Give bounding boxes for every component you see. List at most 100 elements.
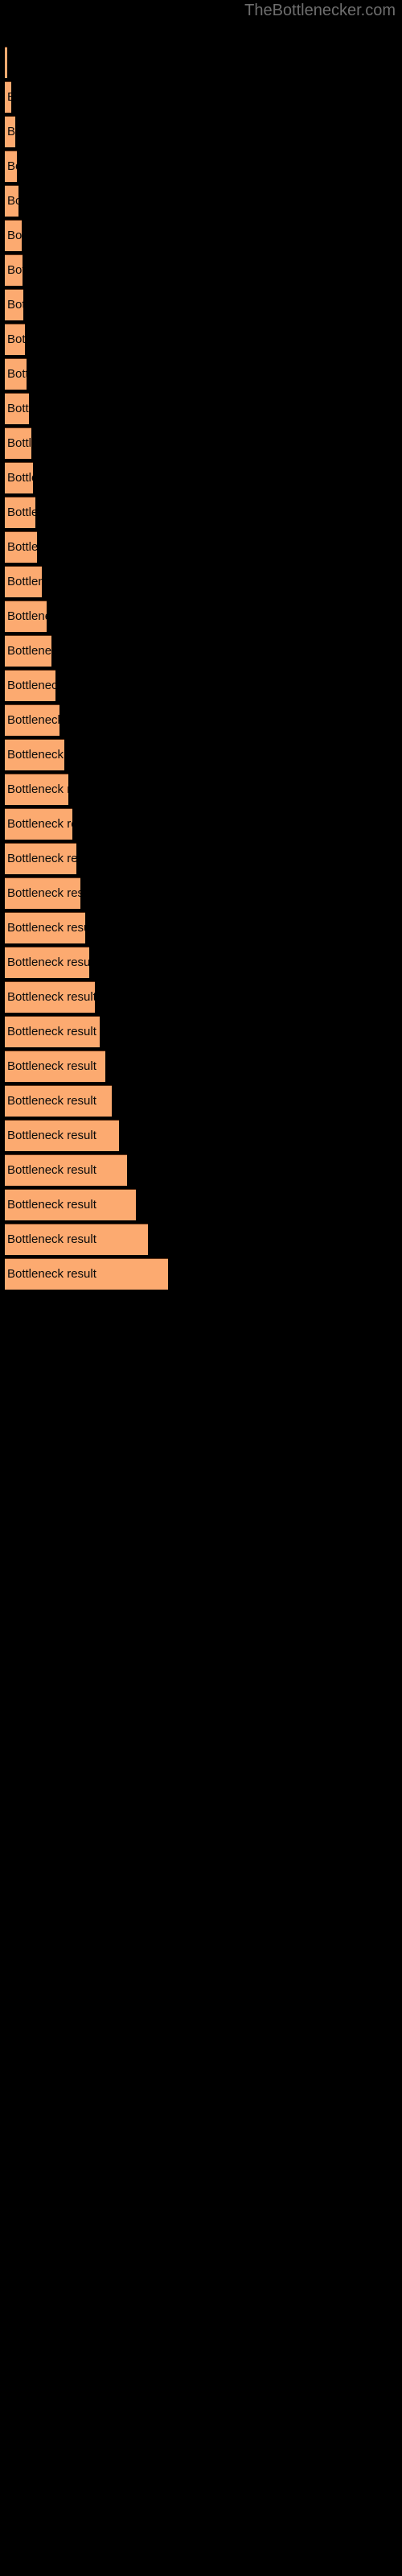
bar-clip: Bottleneck result [5, 981, 95, 1013]
bar-clip: Bottleneck result [5, 912, 85, 943]
bar-clip: Bottleneck result [5, 531, 37, 563]
bar-row[interactable]: Bottleneck result [5, 1120, 119, 1151]
bar-row[interactable]: Bottleneck result [5, 497, 35, 528]
bar-row[interactable]: Bottleneck result [5, 1258, 168, 1290]
bar-label: Bottleneck result [7, 1025, 96, 1038]
bar-clip: Bottleneck result [5, 1120, 119, 1151]
bar-label: Bottleneck result [7, 471, 33, 485]
bar-row[interactable]: Bottleneck result [5, 774, 68, 805]
bar-row[interactable]: Bottleneck result [5, 704, 59, 736]
bar-clip: Bottleneck result [5, 462, 33, 493]
bar-clip: Bottleneck result [5, 151, 17, 182]
bar-label: Bottleneck result [7, 506, 35, 519]
bar-clip: Bottleneck result [5, 670, 55, 701]
bar-label: Bottleneck result [7, 1163, 96, 1177]
bar-label: Bottleneck result [7, 956, 89, 969]
bar-row[interactable]: Bottleneck result [5, 843, 76, 874]
bar-clip: Bottleneck result [5, 601, 47, 632]
bar-clip: Bottleneck result [5, 47, 7, 78]
bar-label: Bottleneck result [7, 1232, 96, 1246]
bar-row[interactable]: Bottleneck result [5, 324, 25, 355]
bar-label: Bottleneck result [7, 159, 17, 173]
bar-row[interactable]: Bottleneck result [5, 531, 37, 563]
bar-label: Bottleneck result [7, 782, 68, 796]
bar-clip: Bottleneck result [5, 947, 89, 978]
bar-row[interactable]: Bottleneck result [5, 1051, 105, 1082]
bar-clip: Bottleneck result [5, 739, 64, 770]
bar-clip: Bottleneck result [5, 843, 76, 874]
bar-clip: Bottleneck result [5, 1051, 105, 1082]
bar-label: Bottleneck result [7, 644, 51, 658]
bar-clip: Bottleneck result [5, 324, 25, 355]
bar-clip: Bottleneck result [5, 393, 29, 424]
bar-clip: Bottleneck result [5, 185, 18, 217]
bar-row[interactable]: Bottleneck result [5, 877, 80, 909]
bar-label: Bottleneck result [7, 921, 85, 935]
bar-row[interactable]: Bottleneck result [5, 1154, 127, 1186]
bar-row[interactable]: Bottleneck result [5, 427, 31, 459]
bar-label: Bottleneck result [7, 540, 37, 554]
bar-label: Bottleneck result [7, 229, 22, 242]
bar-row[interactable]: Bottleneck result [5, 47, 7, 78]
bar-label: Bottleneck result [7, 609, 47, 623]
bar-row[interactable]: Bottleneck result [5, 912, 85, 943]
bar-clip: Bottleneck result [5, 358, 27, 390]
bar-label: Bottleneck result [7, 748, 64, 762]
bar-clip: Bottleneck result [5, 635, 51, 667]
bar-clip: Bottleneck result [5, 220, 22, 251]
bar-clip: Bottleneck result [5, 254, 23, 286]
bar-row[interactable]: Bottleneck result [5, 81, 11, 113]
bar-row[interactable]: Bottleneck result [5, 254, 23, 286]
bar-row[interactable]: Bottleneck result [5, 601, 47, 632]
bar-row[interactable]: Bottleneck result [5, 1189, 136, 1220]
bottleneck-bar-chart: Bottleneck result Bottleneck result Bottle… [0, 0, 402, 2576]
bar-clip: Bottleneck result [5, 774, 68, 805]
bar-label: Bottleneck result [7, 886, 80, 900]
bar-row[interactable]: Bottleneck result [5, 185, 18, 217]
bar-row[interactable]: Bottleneck result [5, 1224, 148, 1255]
bar-row[interactable]: Bottleneck result [5, 462, 33, 493]
bar-row[interactable]: Bottleneck result [5, 1016, 100, 1047]
bar-label: Bottleneck result [7, 817, 72, 831]
bar-row[interactable]: Bottleneck result [5, 151, 17, 182]
bar-label: Bottleneck result [7, 81, 11, 113]
bar-clip: Bottleneck result [5, 81, 11, 113]
bar-label: Bottleneck result [7, 1094, 96, 1108]
bar-label: Bottleneck result [7, 402, 29, 415]
bar-label: Bottleneck result [7, 263, 23, 277]
bar-label: Bottleneck result [7, 125, 15, 138]
bar-row[interactable]: Bottleneck result [5, 808, 72, 840]
bar-row[interactable]: Bottleneck result [5, 116, 15, 147]
bar-clip: Bottleneck result [5, 116, 15, 147]
bar-label: Bottleneck result [7, 298, 23, 312]
bar-row[interactable]: Bottleneck result [5, 947, 89, 978]
bar-clip: Bottleneck result [5, 566, 42, 597]
bar-row[interactable]: Bottleneck result [5, 566, 42, 597]
bar-clip: Bottleneck result [5, 877, 80, 909]
bar-row[interactable]: Bottleneck result [5, 393, 29, 424]
bar-label: Bottleneck result [7, 1059, 96, 1073]
bar-row[interactable]: Bottleneck result [5, 289, 23, 320]
bar-label: Bottleneck result [7, 436, 31, 450]
bar-row[interactable]: Bottleneck result [5, 220, 22, 251]
bar-clip: Bottleneck result [5, 1189, 136, 1220]
bar-label: Bottleneck result [7, 713, 59, 727]
bar-clip: Bottleneck result [5, 497, 35, 528]
bar-label: Bottleneck result [7, 679, 55, 692]
bar-clip: Bottleneck result [5, 1258, 168, 1290]
bar-label: Bottleneck result [7, 1129, 96, 1142]
bar-label: Bottleneck result [7, 990, 95, 1004]
bar-row[interactable]: Bottleneck result [5, 635, 51, 667]
bar-clip: Bottleneck result [5, 427, 31, 459]
bar-clip: Bottleneck result [5, 1154, 127, 1186]
bar-clip: Bottleneck result [5, 704, 59, 736]
bar-row[interactable]: Bottleneck result [5, 981, 95, 1013]
bar-row[interactable]: Bottleneck result [5, 1085, 112, 1117]
bar-clip: Bottleneck result [5, 808, 72, 840]
bar-label: Bottleneck result [7, 194, 18, 208]
bar-row[interactable]: Bottleneck result [5, 739, 64, 770]
bar-label: Bottleneck result [7, 575, 42, 588]
bar-row[interactable]: Bottleneck result [5, 670, 55, 701]
bar-clip: Bottleneck result [5, 289, 23, 320]
bar-row[interactable]: Bottleneck result [5, 358, 27, 390]
